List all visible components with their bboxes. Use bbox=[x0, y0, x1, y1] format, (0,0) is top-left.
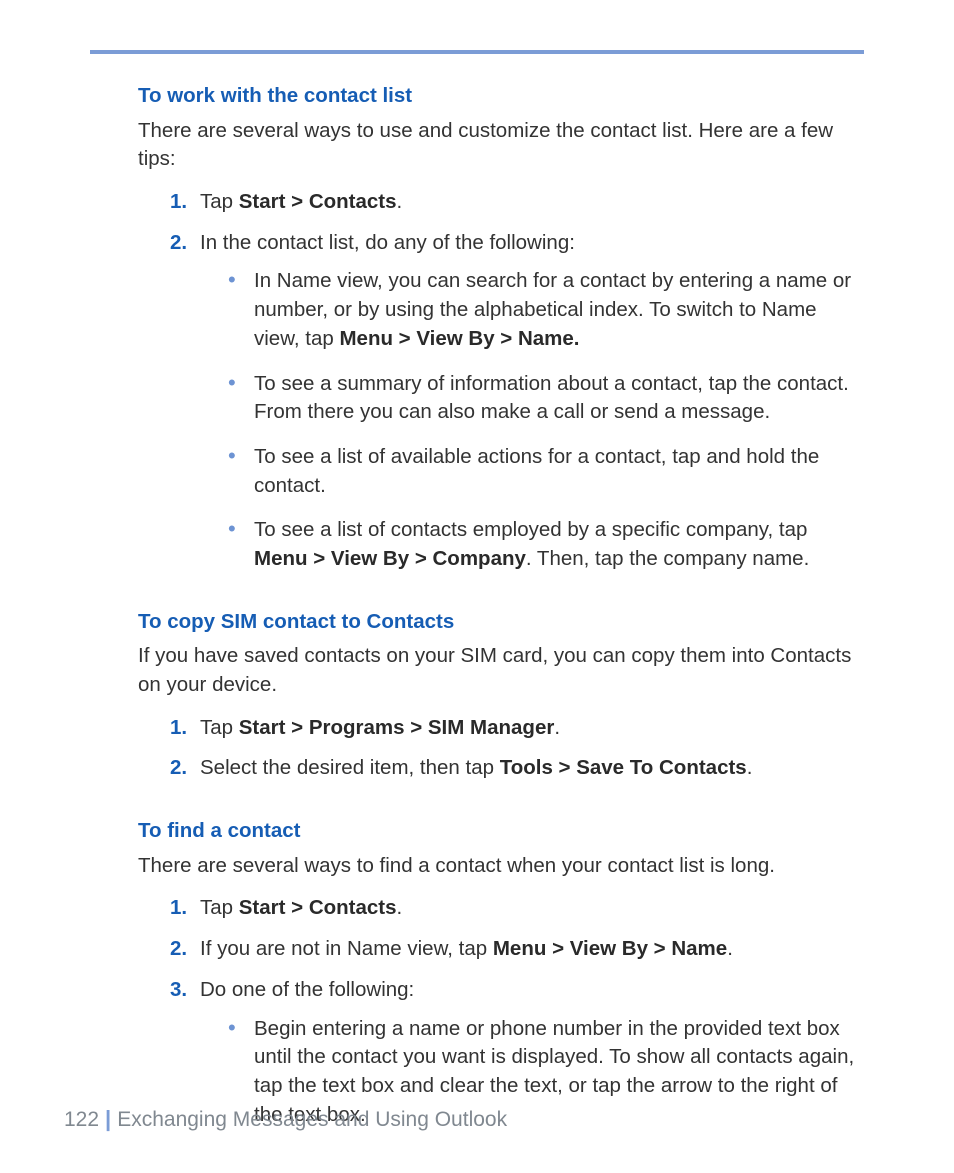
step-bold: Tools > Save To Contacts bbox=[500, 756, 747, 779]
bullet-item: To see a summary of information about a … bbox=[228, 370, 864, 427]
section-intro: If you have saved contacts on your SIM c… bbox=[138, 642, 864, 699]
step-item: 1. Tap Start > Contacts. bbox=[170, 894, 864, 923]
step-text: Tap bbox=[200, 190, 239, 213]
step-number: 2. bbox=[170, 754, 187, 783]
step-text: . bbox=[397, 896, 403, 919]
section-intro: There are several ways to use and custom… bbox=[138, 117, 864, 174]
step-bold: Start > Contacts bbox=[239, 896, 397, 919]
bullet-text: To see a list of contacts employed by a … bbox=[254, 518, 807, 541]
footer-separator: | bbox=[99, 1106, 117, 1131]
step-number: 1. bbox=[170, 894, 187, 923]
step-number: 1. bbox=[170, 188, 187, 217]
step-bold: Start > Programs > SIM Manager bbox=[239, 716, 555, 739]
step-text: Select the desired item, then tap bbox=[200, 756, 500, 779]
header-rule bbox=[90, 50, 864, 54]
page-footer: 122|Exchanging Messages and Using Outloo… bbox=[64, 1104, 507, 1135]
bullet-item: To see a list of available actions for a… bbox=[228, 443, 864, 500]
section-heading: To copy SIM contact to Contacts bbox=[138, 608, 864, 637]
step-text: . bbox=[397, 190, 403, 213]
step-item: 1. Tap Start > Programs > SIM Manager. bbox=[170, 714, 864, 743]
chapter-title: Exchanging Messages and Using Outlook bbox=[117, 1108, 507, 1131]
bullet-bold: Menu > View By > Company bbox=[254, 547, 526, 570]
step-text: If you are not in Name view, tap bbox=[200, 937, 493, 960]
step-number: 2. bbox=[170, 229, 187, 258]
section-copy-sim-contact: To copy SIM contact to Contacts If you h… bbox=[138, 608, 864, 783]
step-number: 3. bbox=[170, 976, 187, 1005]
step-number: 1. bbox=[170, 714, 187, 743]
page-number: 122 bbox=[64, 1108, 99, 1131]
bullet-text: . Then, tap the company name. bbox=[526, 547, 809, 570]
section-find-contact: To find a contact There are several ways… bbox=[138, 817, 864, 1129]
step-item: 2. Select the desired item, then tap Too… bbox=[170, 754, 864, 783]
section-heading: To work with the contact list bbox=[138, 82, 864, 111]
step-text: Tap bbox=[200, 896, 239, 919]
bullet-text: To see a summary of information about a … bbox=[254, 372, 849, 424]
step-text: In the contact list, do any of the follo… bbox=[200, 231, 575, 254]
bullet-bold: Menu > View By > Name. bbox=[339, 327, 579, 350]
section-heading: To find a contact bbox=[138, 817, 864, 846]
step-text: Tap bbox=[200, 716, 239, 739]
step-number: 2. bbox=[170, 935, 187, 964]
step-text: . bbox=[554, 716, 560, 739]
step-text: . bbox=[727, 937, 733, 960]
bullet-text: To see a list of available actions for a… bbox=[254, 445, 819, 497]
step-text: Do one of the following: bbox=[200, 978, 414, 1001]
bullet-item: In Name view, you can search for a conta… bbox=[228, 267, 864, 353]
step-bold: Menu > View By > Name bbox=[493, 937, 727, 960]
section-work-with-contact-list: To work with the contact list There are … bbox=[138, 82, 864, 574]
step-item: 2. If you are not in Name view, tap Menu… bbox=[170, 935, 864, 964]
section-intro: There are several ways to find a contact… bbox=[138, 852, 864, 881]
step-bold: Start > Contacts bbox=[239, 190, 397, 213]
step-text: . bbox=[747, 756, 753, 779]
bullet-item: To see a list of contacts employed by a … bbox=[228, 516, 864, 573]
step-item: 1. Tap Start > Contacts. bbox=[170, 188, 864, 217]
page-content: To work with the contact list There are … bbox=[90, 82, 864, 1129]
step-item: 2. In the contact list, do any of the fo… bbox=[170, 229, 864, 574]
